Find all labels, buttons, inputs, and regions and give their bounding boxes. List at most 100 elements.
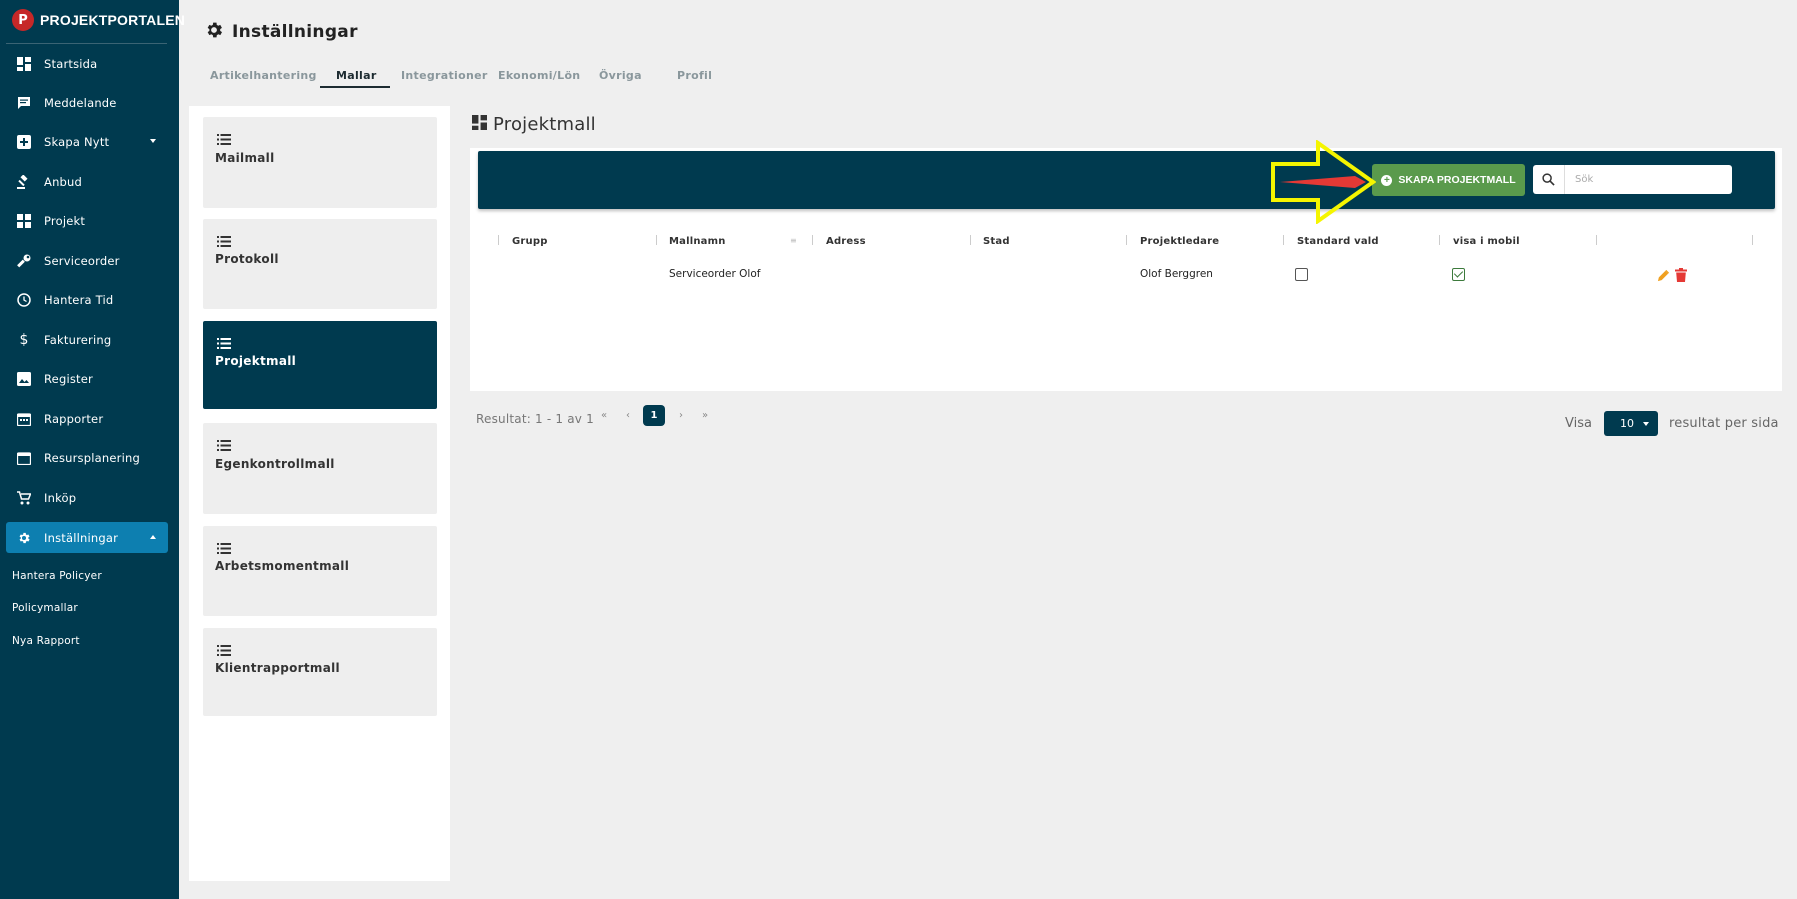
- list-icon: [217, 641, 231, 660]
- sidebar: P PROJEKTPORTALEN Startsida Meddelande S…: [0, 0, 185, 899]
- column-separator: [970, 235, 971, 245]
- standard-vald-checkbox[interactable]: [1295, 268, 1308, 281]
- sidebar-item-resursplanering[interactable]: Resursplanering: [6, 442, 168, 473]
- column-header-grupp[interactable]: Grupp: [512, 236, 548, 247]
- template-card-protokoll[interactable]: Protokoll: [203, 219, 437, 309]
- list-icon: [217, 334, 231, 353]
- chevron-up-icon: [150, 535, 156, 539]
- search-icon[interactable]: [1533, 165, 1565, 194]
- dashboard-icon: [472, 115, 487, 134]
- dollar-icon: $: [19, 331, 29, 348]
- sidebar-item-inkop[interactable]: Inköp: [6, 482, 168, 513]
- column-separator: [1752, 235, 1753, 245]
- page-title-text: Inställningar: [232, 22, 358, 42]
- sidebar-subitem-hantera-policyer[interactable]: Hantera Policyer: [12, 570, 102, 582]
- edit-icon[interactable]: [1657, 267, 1670, 286]
- sidebar-item-label: Rapporter: [44, 411, 104, 426]
- sidebar-item-label: Meddelande: [44, 95, 117, 110]
- template-card-label: Projektmall: [215, 354, 297, 368]
- brand-divider: [6, 43, 167, 44]
- projects-icon: [16, 213, 32, 229]
- sidebar-subitem-policymallar[interactable]: Policymallar: [12, 602, 78, 614]
- calendar-icon: [16, 450, 32, 466]
- visa-i-mobil-checkbox[interactable]: [1452, 268, 1465, 281]
- chevron-down-icon: [1643, 422, 1649, 426]
- sidebar-item-meddelande[interactable]: Meddelande: [6, 87, 168, 118]
- visa-label: Visa: [1565, 416, 1592, 431]
- sidebar-item-register[interactable]: Register: [6, 363, 168, 394]
- cell-projektledare: Olof Berggren: [1140, 268, 1213, 280]
- image-icon: [16, 371, 32, 387]
- sidebar-item-hantera-tid[interactable]: Hantera Tid: [6, 284, 168, 315]
- template-card-label: Arbetsmomentmall: [215, 559, 350, 573]
- sidebar-item-skapa-nytt[interactable]: Skapa Nytt: [6, 126, 168, 157]
- column-header-adress[interactable]: Adress: [826, 236, 866, 247]
- template-card-label: Egenkontrollmall: [215, 457, 335, 471]
- column-separator: [1126, 235, 1127, 245]
- tab-ekonomi-lon[interactable]: Ekonomi/Lön: [498, 69, 580, 82]
- column-separator: [1439, 235, 1440, 245]
- dashboard-icon: [16, 56, 32, 72]
- tab-mallar[interactable]: Mallar: [336, 69, 377, 82]
- template-card-arbetsmomentmall[interactable]: Arbetsmomentmall: [203, 526, 437, 616]
- column-header-visa-i-mobil[interactable]: visa i mobil: [1453, 236, 1520, 247]
- gavel-icon: [16, 174, 32, 190]
- per-page-label: resultat per sida: [1669, 416, 1779, 431]
- page-size-select[interactable]: 10: [1604, 411, 1658, 436]
- template-card-egenkontrollmall[interactable]: Egenkontrollmall: [203, 423, 437, 514]
- sidebar-item-label: Serviceorder: [44, 253, 120, 268]
- sidebar-item-label: Projekt: [44, 213, 86, 228]
- add-box-icon: [16, 134, 32, 150]
- column-separator: [1596, 235, 1597, 245]
- sidebar-item-label: Hantera Tid: [44, 292, 114, 307]
- sidebar-item-label: Anbud: [44, 174, 83, 189]
- delete-icon[interactable]: [1675, 267, 1687, 286]
- sidebar-item-label: Resursplanering: [44, 450, 140, 465]
- sidebar-item-startsida[interactable]: Startsida: [6, 48, 168, 79]
- last-page-button[interactable]: »: [702, 410, 708, 421]
- list-icon: [217, 232, 231, 251]
- tab-profil[interactable]: Profil: [677, 69, 712, 82]
- page-title: Inställningar: [204, 20, 358, 44]
- column-header-projektledare[interactable]: Projektledare: [1140, 236, 1219, 247]
- section-title: Projektmall: [472, 114, 596, 135]
- template-card-projektmall[interactable]: Projektmall: [203, 321, 437, 409]
- column-header-mallnamn[interactable]: Mallnamn: [669, 236, 726, 247]
- sidebar-item-fakturering[interactable]: $ Fakturering: [6, 324, 168, 355]
- column-separator: [1283, 235, 1284, 245]
- page-button-current[interactable]: 1: [643, 405, 665, 426]
- sidebar-subitem-nya-rapport[interactable]: Nya Rapport: [12, 635, 80, 647]
- tab-integrationer[interactable]: Integrationer: [401, 69, 488, 82]
- first-page-button[interactable]: «: [601, 410, 607, 421]
- sidebar-item-serviceorder[interactable]: Serviceorder: [6, 245, 168, 276]
- column-header-stad[interactable]: Stad: [983, 236, 1010, 247]
- highlight-arrow-icon: [1271, 140, 1376, 224]
- list-icon: [217, 130, 231, 149]
- next-page-button[interactable]: ›: [679, 410, 683, 421]
- prev-page-button[interactable]: ‹: [626, 410, 630, 421]
- gear-icon: [204, 20, 224, 44]
- column-separator: [656, 235, 657, 245]
- template-card-mailmall[interactable]: Mailmall: [203, 117, 437, 208]
- gear-icon: [16, 530, 32, 546]
- tab-ovriga[interactable]: Övriga: [599, 69, 642, 82]
- sort-icon[interactable]: ≡: [790, 236, 797, 245]
- sidebar-item-anbud[interactable]: Anbud: [6, 166, 168, 197]
- create-projektmall-button[interactable]: + SKAPA PROJEKTMALL: [1372, 164, 1525, 196]
- sidebar-item-rapporter[interactable]: Rapporter: [6, 403, 168, 434]
- tab-artikelhantering[interactable]: Artikelhantering: [210, 69, 317, 82]
- brand-logo-icon: P: [12, 9, 34, 31]
- cart-icon: [16, 490, 32, 506]
- brand[interactable]: P PROJEKTPORTALEN: [12, 8, 185, 32]
- sidebar-item-installningar[interactable]: Inställningar: [6, 522, 168, 553]
- search-input[interactable]: [1565, 174, 1725, 185]
- add-circle-icon: +: [1381, 174, 1393, 186]
- cell-mallnamn: Serviceorder Olof: [669, 268, 761, 280]
- sidebar-item-label: Inköp: [44, 490, 77, 505]
- sidebar-item-label: Startsida: [44, 56, 98, 71]
- sidebar-item-projekt[interactable]: Projekt: [6, 205, 168, 236]
- template-card-klientrapportmall[interactable]: Klientrapportmall: [203, 628, 437, 716]
- section-title-text: Projektmall: [493, 114, 596, 135]
- sidebar-item-label: Skapa Nytt: [44, 134, 110, 149]
- column-header-standard-vald[interactable]: Standard vald: [1297, 236, 1379, 247]
